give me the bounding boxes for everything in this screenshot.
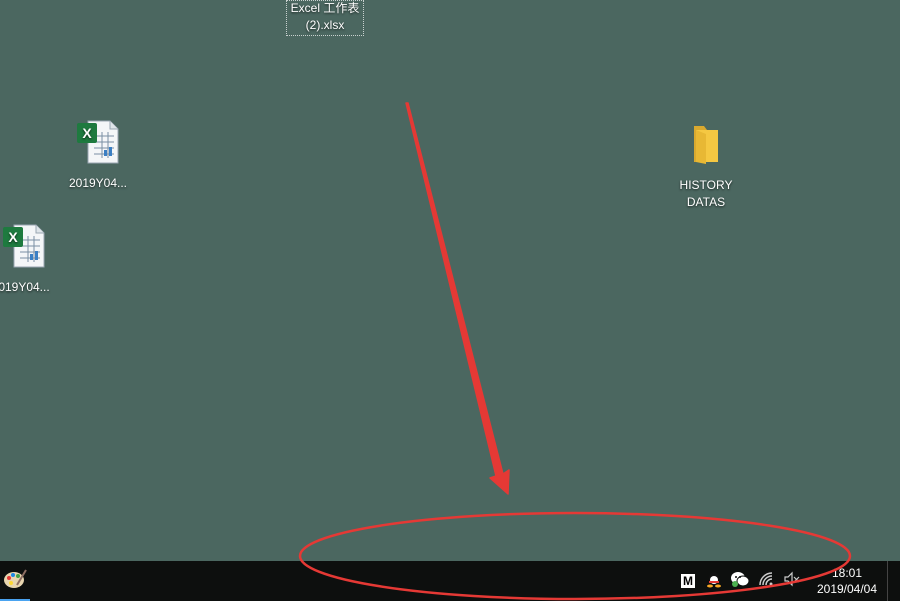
taskbar-clock[interactable]: 18:01 2019/04/04 bbox=[813, 565, 881, 597]
system-tray: M 18:01 2019/04/04 bbox=[675, 561, 892, 601]
wechat-tray-button[interactable] bbox=[729, 570, 751, 592]
wechat-icon bbox=[730, 570, 750, 593]
icon-label: HISTORY DATAS bbox=[679, 178, 733, 209]
icon-label: 019Y04... bbox=[0, 280, 50, 294]
start-button[interactable] bbox=[0, 561, 30, 601]
wifi-tray-button[interactable] bbox=[755, 570, 777, 592]
icon-label: 2019Y04... bbox=[68, 176, 128, 190]
icon-label: Excel 工作表 (2).xlsx bbox=[290, 1, 360, 32]
qq-tray-button[interactable] bbox=[703, 570, 725, 592]
excel-file-icon: X bbox=[56, 118, 140, 171]
folder-icon bbox=[664, 120, 748, 173]
taskbar: M 18:01 2019/04/04 bbox=[0, 561, 900, 601]
excel-file-icon: X bbox=[0, 222, 66, 275]
desktop[interactable]: Excel 工作表 (2).xlsx X 2019Y04... X 019Y04… bbox=[0, 0, 900, 561]
clock-date: 2019/04/04 bbox=[816, 582, 878, 596]
desktop-icon-xlsx-file[interactable]: X 2019Y04... bbox=[56, 118, 140, 192]
volume-tray-button[interactable] bbox=[781, 570, 803, 592]
qq-icon bbox=[705, 570, 723, 593]
m-app-icon: M bbox=[681, 574, 695, 588]
svg-text:X: X bbox=[8, 229, 18, 245]
start-palette-icon bbox=[3, 567, 27, 596]
desktop-icon-folder[interactable]: HISTORY DATAS bbox=[664, 120, 748, 211]
volume-muted-icon bbox=[783, 570, 801, 593]
m-app-tray-button[interactable]: M bbox=[677, 570, 699, 592]
desktop-icon-excel-file[interactable]: Excel 工作表 (2).xlsx bbox=[286, 0, 364, 36]
wifi-icon bbox=[757, 570, 775, 593]
desktop-icon-xlsx-file[interactable]: X 019Y04... bbox=[0, 222, 66, 296]
show-desktop-button[interactable] bbox=[887, 561, 892, 601]
svg-text:X: X bbox=[82, 125, 92, 141]
clock-time: 18:01 bbox=[831, 566, 863, 580]
